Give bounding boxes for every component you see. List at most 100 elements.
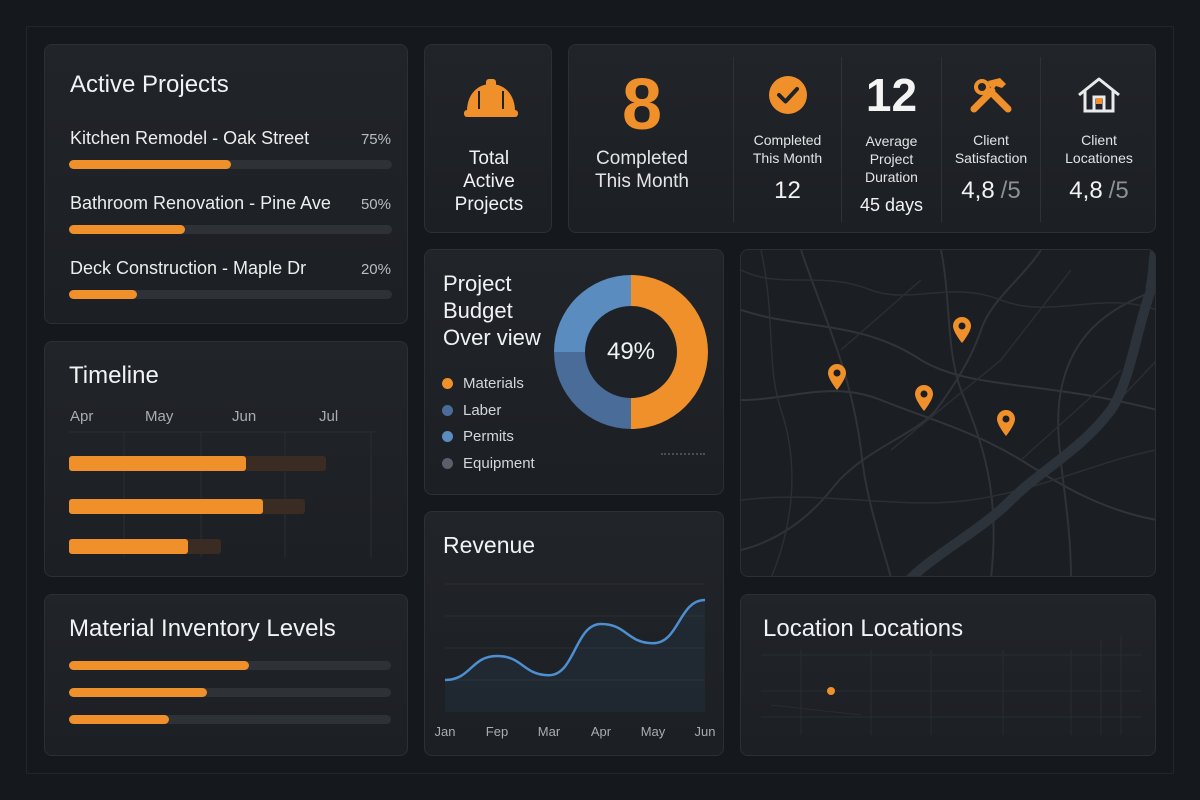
revenue-line-chart[interactable]: Jan Fep Mar Apr May Jun — [425, 512, 725, 757]
legend-item[interactable]: Permits — [442, 428, 514, 445]
kpi-value: 4,8/5 — [942, 177, 1040, 205]
legend-item[interactable]: Materials — [442, 375, 524, 392]
label-line: This Month — [752, 150, 823, 166]
kpi-value-suffix: /5 — [1108, 177, 1129, 204]
legend-label: Laber — [463, 402, 502, 419]
inventory-track — [69, 688, 391, 697]
label-line: Completed — [596, 148, 688, 169]
total-active-card[interactable]: Total Active Projects — [424, 44, 552, 233]
project-name: Kitchen Remodel - Oak Street — [70, 128, 310, 148]
legend-label: Permits — [463, 428, 514, 445]
locations-minimap — [761, 635, 1141, 735]
project-name: Deck Construction - Maple Dr — [70, 258, 307, 278]
inventory-track — [69, 661, 391, 670]
x-tick-label: Mar — [538, 724, 561, 739]
label-line: Projects — [454, 194, 524, 215]
kpi-value: 12 — [774, 177, 801, 204]
location-marker[interactable] — [827, 687, 835, 695]
inventory-fill — [69, 661, 250, 670]
completed-month-block[interactable]: 8 Completed This Month — [569, 45, 715, 234]
legend-swatch — [442, 431, 453, 442]
title-line: Budget — [443, 298, 513, 323]
project-name: Bathroom Renovation - Pine Ave — [70, 193, 331, 213]
kpi-label: Average Project Duration — [842, 132, 941, 186]
progress-track — [69, 290, 392, 299]
label-line: Duration — [865, 169, 918, 185]
timeline-bar[interactable] — [69, 539, 221, 554]
checkmark-circle-icon — [769, 76, 807, 114]
timeline-bar-fill — [69, 539, 188, 554]
kpi-client-satisfaction[interactable]: Client Satisfaction 4,8/5 — [942, 45, 1040, 234]
map-pin-icon[interactable] — [951, 316, 973, 344]
completed-count: 8 — [621, 65, 663, 145]
inventory-track — [69, 715, 391, 724]
x-tick-label: Fep — [486, 724, 508, 739]
project-percent: 50% — [360, 196, 391, 213]
legend-swatch — [442, 405, 453, 416]
label-line: Locationes — [1065, 150, 1133, 166]
timeline-bar[interactable] — [69, 499, 305, 514]
timeline-bar-fill — [69, 499, 263, 514]
legend-item[interactable]: Equipment — [442, 455, 535, 472]
kpi-card: 8 Completed This Month Completed This Mo… — [568, 44, 1156, 233]
x-tick-label: May — [641, 724, 666, 739]
kpi-value-number: 4,8 — [961, 177, 995, 204]
timeline-card: Timeline Apr May Jun Jul — [44, 341, 408, 577]
map-card[interactable] — [740, 249, 1156, 577]
label-line: Satisfaction — [954, 150, 1028, 166]
revenue-area — [445, 600, 705, 712]
inventory-fill — [69, 715, 169, 724]
kpi-big-number: 12 — [865, 69, 918, 121]
project-percent: 75% — [360, 131, 391, 148]
legend-swatch — [442, 458, 453, 469]
active-projects-card: Active Projects Kitchen Remodel - Oak St… — [44, 44, 408, 324]
locations-card: Location Locations — [740, 594, 1156, 756]
map-pin-icon[interactable] — [826, 363, 848, 391]
project-percent: 20% — [360, 261, 391, 278]
label-line: Completed — [753, 132, 822, 148]
x-tick-label: Jan — [435, 724, 456, 739]
map-view[interactable] — [741, 250, 1156, 577]
completed-label: Completed This Month — [569, 147, 715, 193]
hard-hat-icon — [464, 79, 518, 117]
donut-center-label: 49% — [606, 338, 656, 365]
inventory-fill — [69, 688, 208, 697]
kpi-label: Client Satisfaction — [942, 131, 1040, 167]
total-active-label: Total Active Projects — [425, 147, 553, 216]
budget-card: Project Budget Over view Materials Laber… — [424, 249, 724, 495]
progress-track — [69, 160, 392, 169]
map-pin-icon[interactable] — [995, 409, 1017, 437]
progress-fill — [69, 225, 186, 234]
progress-fill — [69, 160, 231, 169]
x-tick-label: Apr — [591, 724, 612, 739]
label-line: Total — [468, 148, 510, 169]
kpi-value-suffix: /5 — [1000, 177, 1021, 204]
title-line: Project — [443, 271, 512, 296]
legend-label: Equipment — [463, 455, 535, 472]
kpi-average-duration[interactable]: 12 Average Project Duration 45 days — [842, 45, 941, 234]
progress-fill — [69, 290, 137, 299]
label-line: Client — [1081, 132, 1117, 148]
donut-footnote-mark — [661, 453, 705, 456]
kpi-value-number: 4,8 — [1069, 177, 1103, 204]
kpi-completed-month[interactable]: Completed This Month 12 — [734, 45, 841, 234]
label-line: Project — [869, 151, 914, 167]
kpi-client-locations[interactable]: Client Locationes 4,8/5 — [1041, 45, 1157, 234]
tools-icon — [970, 78, 1012, 113]
legend-swatch — [442, 378, 453, 389]
label-line: This Month — [595, 171, 689, 192]
x-tick-label: Jun — [695, 724, 716, 739]
house-icon — [1078, 77, 1120, 113]
inventory-card: Material Inventory Levels — [44, 594, 408, 756]
active-projects-title: Active Projects — [70, 71, 229, 98]
map-pin-icon[interactable] — [913, 384, 935, 412]
budget-title: Project Budget Over view — [443, 270, 541, 351]
timeline-bar[interactable] — [69, 456, 326, 471]
kpi-value: 45 days — [859, 195, 924, 215]
kpi-value: 4,8/5 — [1041, 177, 1157, 205]
legend-item[interactable]: Laber — [442, 402, 501, 419]
inventory-title: Material Inventory Levels — [69, 615, 336, 642]
title-line: Over view — [443, 325, 541, 350]
label-line: Active — [463, 171, 515, 192]
progress-track — [69, 225, 392, 234]
